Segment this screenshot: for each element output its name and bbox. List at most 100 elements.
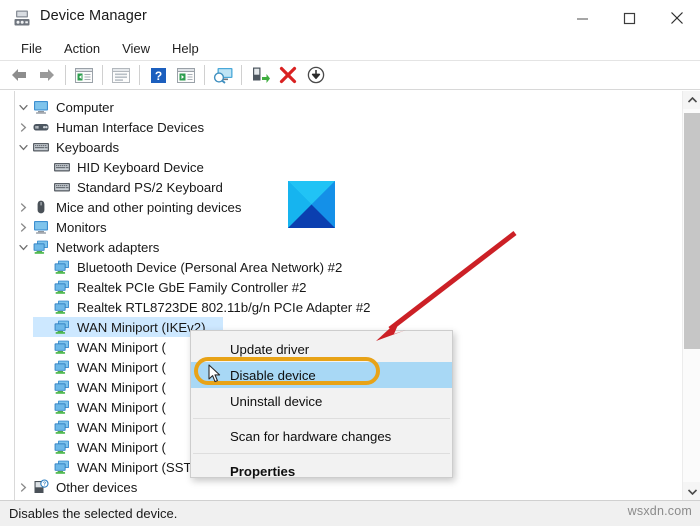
- close-button[interactable]: [653, 0, 700, 36]
- scroll-down-arrow-icon[interactable]: [683, 482, 700, 500]
- chevron-none: [36, 157, 52, 177]
- properties-icon[interactable]: [107, 62, 135, 88]
- tree-item[interactable]: Human Interface Devices: [15, 117, 680, 137]
- unknown-device-icon: ?: [31, 478, 51, 496]
- tree-item-label: Monitors: [56, 219, 107, 235]
- window-title: Device Manager: [40, 8, 147, 24]
- tree-item[interactable]: Standard PS/2 Keyboard: [15, 177, 680, 197]
- network-icon: [52, 338, 72, 356]
- back-arrow-icon[interactable]: [5, 62, 33, 88]
- minimize-button[interactable]: [559, 0, 606, 36]
- uninstall-device-icon[interactable]: [274, 62, 302, 88]
- tree-item[interactable]: Mice and other pointing devices: [15, 197, 680, 217]
- tree-item-label: WAN Miniport (: [77, 439, 166, 455]
- svg-text:?: ?: [154, 69, 161, 83]
- chevron-right-icon[interactable]: [15, 477, 31, 497]
- menu-item-properties[interactable]: Properties: [191, 458, 452, 484]
- keyboard-icon: [31, 138, 51, 156]
- forward-arrow-icon[interactable]: [33, 62, 61, 88]
- tree-item-label: HID Keyboard Device: [77, 159, 204, 175]
- menu-item-update-driver[interactable]: Update driver: [191, 336, 452, 362]
- tree-item[interactable]: Network adapters: [15, 237, 680, 257]
- tree-item-label: WAN Miniport (: [77, 399, 166, 415]
- tree-item-label: WAN Miniport (: [77, 379, 166, 395]
- monitor-icon: [31, 218, 51, 236]
- show-hide-console-tree-icon[interactable]: [70, 62, 98, 88]
- tree-item-label: Network adapters: [56, 239, 160, 255]
- menu-file[interactable]: File: [10, 39, 53, 58]
- tree-item[interactable]: HID Keyboard Device: [15, 157, 680, 177]
- scroll-thumb[interactable]: [684, 113, 700, 349]
- network-icon: [52, 358, 72, 376]
- tree-item[interactable]: Bluetooth Device (Personal Area Network)…: [15, 257, 680, 277]
- chevron-none: [36, 257, 52, 277]
- tree-item[interactable]: Realtek RTL8723DE 802.11b/g/n PCIe Adapt…: [15, 297, 680, 317]
- menu-separator: [193, 418, 450, 419]
- help-icon[interactable]: ?: [144, 62, 172, 88]
- enable-device-icon[interactable]: [246, 62, 274, 88]
- tree-item-label: Keyboards: [56, 139, 120, 155]
- menu-bar: File Action View Help: [0, 36, 700, 60]
- tree-item-label: WAN Miniport (: [77, 339, 166, 355]
- chevron-right-icon[interactable]: [15, 117, 31, 137]
- scan-hardware-changes-icon[interactable]: [209, 62, 237, 88]
- tree-item-label: Bluetooth Device (Personal Area Network)…: [77, 259, 343, 275]
- disable-device-icon[interactable]: [302, 62, 330, 88]
- menu-action[interactable]: Action: [53, 39, 111, 58]
- tree-item-label: Human Interface Devices: [56, 119, 205, 135]
- hid-icon: [31, 118, 51, 136]
- blue-x-logo: [288, 181, 335, 228]
- menu-item-uninstall-device[interactable]: Uninstall device: [191, 388, 452, 414]
- chevron-none: [36, 437, 52, 457]
- chevron-down-icon[interactable]: [15, 237, 31, 257]
- tree-item-label: Mice and other pointing devices: [56, 199, 242, 215]
- chevron-right-icon[interactable]: [15, 217, 31, 237]
- watermark: wsxdn.com: [627, 504, 692, 518]
- tree-item[interactable]: Monitors: [15, 217, 680, 237]
- tree-item-label: WAN Miniport (IKEv2): [77, 319, 206, 335]
- update-driver-icon[interactable]: [172, 62, 200, 88]
- toolbar-separator: [139, 65, 140, 85]
- chevron-none: [36, 357, 52, 377]
- menu-item-disable-device[interactable]: Disable device: [191, 362, 452, 388]
- device-manager-icon: [13, 9, 31, 27]
- mouse-cursor: [208, 364, 222, 389]
- chevron-right-icon[interactable]: [15, 197, 31, 217]
- maximize-button[interactable]: [606, 0, 653, 36]
- menu-item-label: Update driver: [230, 341, 310, 357]
- menu-item-label: Scan for hardware changes: [230, 428, 392, 444]
- chevron-none: [36, 417, 52, 437]
- network-icon: [52, 398, 72, 416]
- svg-text:?: ?: [43, 482, 46, 488]
- title-bar: Device Manager: [0, 0, 700, 36]
- chevron-none: [36, 337, 52, 357]
- tree-item[interactable]: Realtek PCIe GbE Family Controller #2: [15, 277, 680, 297]
- scroll-up-arrow-icon[interactable]: [683, 91, 700, 109]
- tree-item-label: Realtek PCIe GbE Family Controller #2: [77, 279, 307, 295]
- tree-item[interactable]: Computer: [15, 97, 680, 117]
- menu-help[interactable]: Help: [161, 39, 210, 58]
- menu-item-label: Disable device: [230, 367, 316, 383]
- chevron-down-icon[interactable]: [15, 97, 31, 117]
- chevron-down-icon[interactable]: [15, 137, 31, 157]
- menu-item-scan-for-hardware-changes[interactable]: Scan for hardware changes: [191, 423, 452, 449]
- menu-item-label: Uninstall device: [230, 393, 323, 409]
- chevron-none: [36, 177, 52, 197]
- network-icon: [52, 378, 72, 396]
- tree-item[interactable]: Keyboards: [15, 137, 680, 157]
- toolbar: ?: [0, 60, 700, 90]
- chevron-none: [36, 297, 52, 317]
- tree-item-label: WAN Miniport (SSTP): [77, 459, 205, 475]
- menu-view[interactable]: View: [111, 39, 161, 58]
- vertical-scrollbar[interactable]: [682, 91, 700, 500]
- status-text: Disables the selected device.: [9, 506, 178, 521]
- toolbar-separator: [102, 65, 103, 85]
- tree-item-label: WAN Miniport (: [77, 359, 166, 375]
- context-menu[interactable]: Update driver Disable device Uninstall d…: [190, 330, 453, 479]
